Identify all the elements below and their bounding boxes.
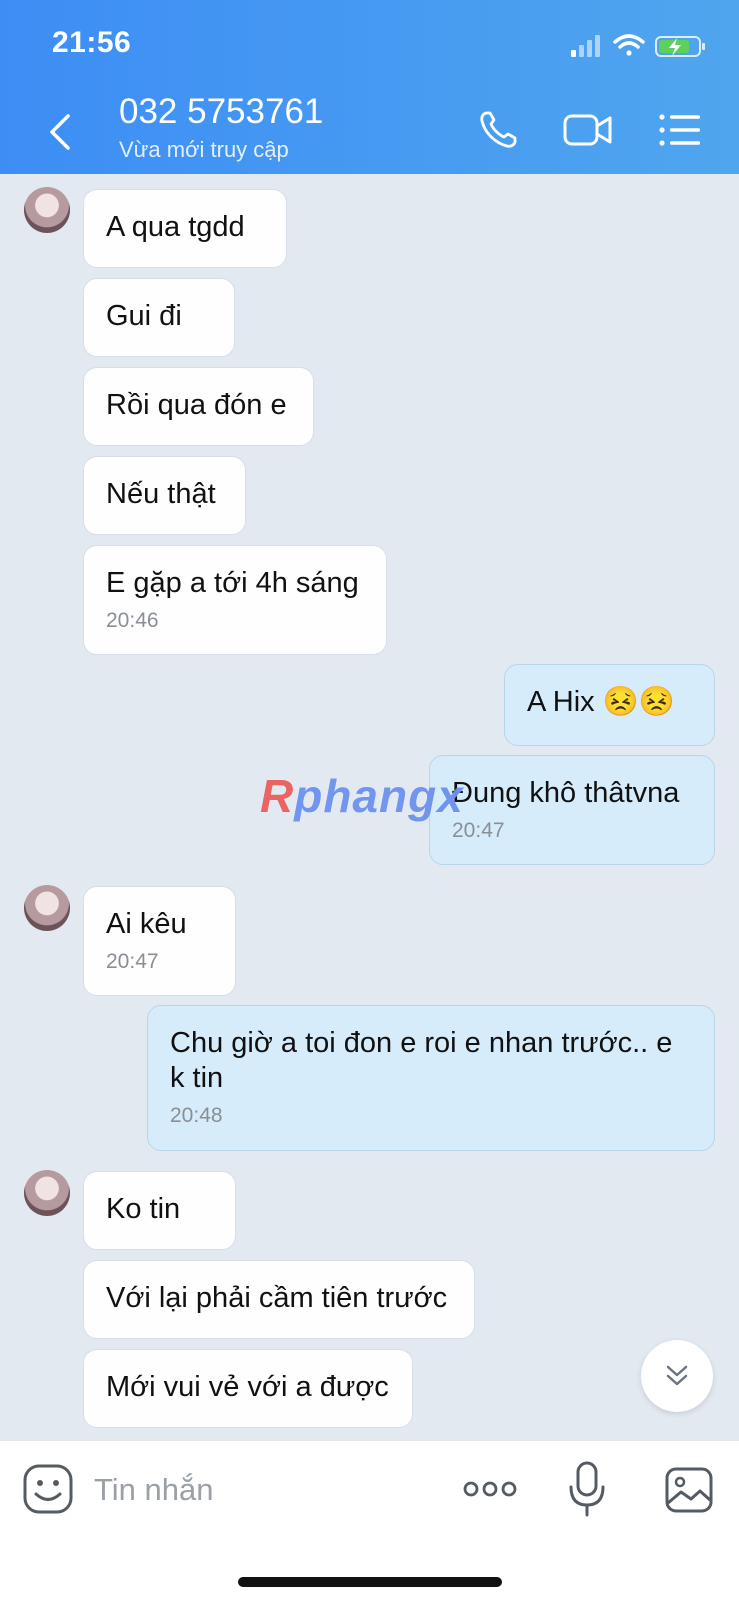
incoming-message[interactable]: Ai kêu 20:47	[83, 886, 236, 996]
outgoing-message[interactable]: A Hix 😣😣	[504, 664, 715, 746]
wifi-icon	[613, 34, 645, 56]
chat-header: 21:56 032 5753761 Vừa mới truy cập	[0, 0, 739, 174]
incoming-message[interactable]: Mới vui vẻ với a được	[83, 1349, 413, 1428]
incoming-message[interactable]: Ko tin	[83, 1171, 236, 1250]
message-text: A qua tgdd	[106, 211, 245, 243]
message-input[interactable]	[92, 1467, 426, 1513]
message-time: 20:46	[106, 609, 159, 632]
contact-status: Vừa mới truy cập	[119, 137, 289, 162]
message-text: E gặp a tới 4h sáng	[106, 567, 359, 599]
contact-avatar[interactable]	[24, 1170, 70, 1216]
message-text: Ko tin	[106, 1193, 181, 1225]
message-text: Đung khô thâtvna	[452, 777, 680, 809]
status-time: 21:56	[52, 26, 132, 59]
contact-name[interactable]: 032 5753761	[119, 92, 323, 132]
more-options-button[interactable]	[462, 1471, 518, 1507]
message-text: A Hix 😣😣	[527, 686, 675, 718]
message-text: Ai kêu	[106, 908, 187, 940]
message-text: Gui đi	[106, 300, 182, 332]
incoming-message[interactable]: Với lại phải cầm tiên trước	[83, 1260, 475, 1339]
incoming-message[interactable]: Nếu thật	[83, 456, 246, 535]
video-camera-icon	[563, 114, 612, 146]
message-time: 20:48	[170, 1104, 223, 1127]
incoming-message[interactable]: E gặp a tới 4h sáng 20:46	[83, 545, 387, 655]
signal-icon	[571, 35, 600, 57]
double-chevron-down-icon	[666, 1365, 688, 1386]
battery-icon	[655, 36, 705, 57]
call-button[interactable]	[470, 106, 526, 154]
home-indicator	[238, 1577, 502, 1587]
message-text: Nếu thật	[106, 478, 216, 510]
microphone-button[interactable]	[565, 1459, 609, 1519]
message-text: Chu giờ a toi đon e roi e nhan trước.. e…	[170, 1027, 673, 1094]
message-composer	[0, 1440, 739, 1601]
message-text: Mới vui vẻ với a được	[106, 1371, 389, 1403]
image-picker-button[interactable]	[664, 1465, 714, 1515]
incoming-message[interactable]: Gui đi	[83, 278, 235, 357]
watermark-logo: Rphangx	[260, 770, 464, 822]
incoming-message[interactable]: Rồi qua đón e	[83, 367, 314, 446]
menu-button[interactable]	[652, 106, 708, 154]
contact-avatar[interactable]	[24, 885, 70, 931]
outgoing-message[interactable]: Đung khô thâtvna 20:47	[429, 755, 715, 865]
message-text: Rồi qua đón e	[106, 389, 287, 421]
phone-icon	[480, 111, 517, 148]
status-icons	[571, 34, 705, 57]
incoming-message[interactable]: A qua tgdd	[83, 189, 287, 268]
outgoing-message[interactable]: Chu giờ a toi đon e roi e nhan trước.. e…	[147, 1005, 715, 1151]
sticker-button[interactable]	[20, 1461, 76, 1517]
list-menu-icon	[659, 114, 700, 146]
scroll-to-bottom-button[interactable]	[641, 1340, 713, 1412]
message-time: 20:47	[452, 819, 505, 842]
back-button[interactable]	[40, 108, 80, 156]
message-text: Với lại phải cầm tiên trước	[106, 1282, 448, 1314]
message-time: 20:47	[106, 950, 159, 973]
contact-avatar[interactable]	[24, 187, 70, 233]
video-call-button[interactable]	[560, 106, 616, 154]
message-list[interactable]: A qua tgdd Gui đi Rồi qua đón e Nếu thật…	[0, 174, 739, 1440]
